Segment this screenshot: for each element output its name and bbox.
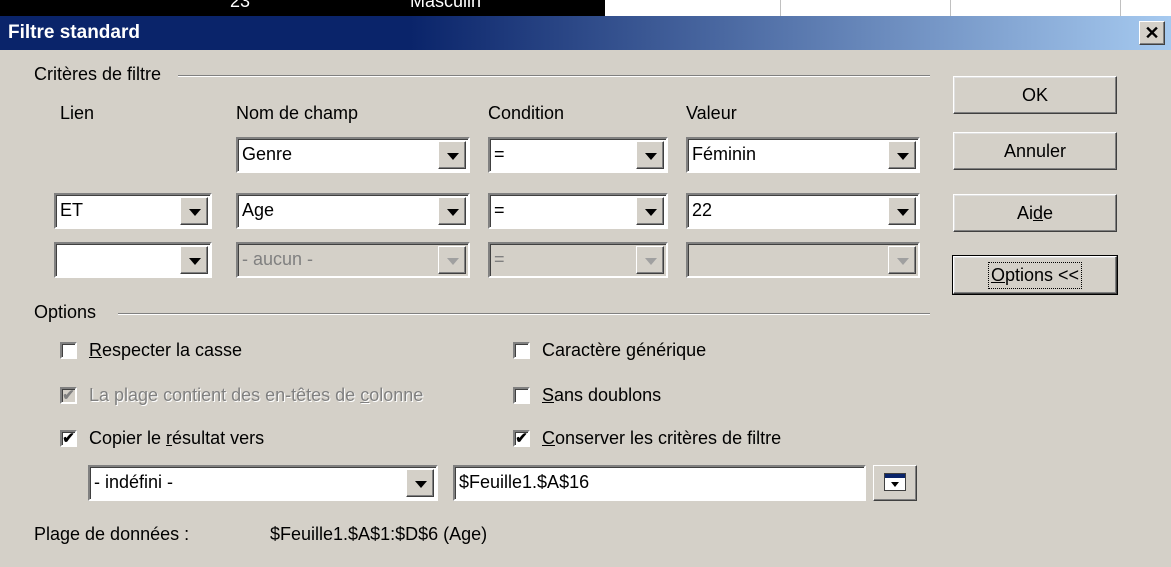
title-bar[interactable]: Filtre standard ✕ xyxy=(0,16,1171,50)
condition-combo-3: = xyxy=(488,242,668,278)
checkbox-box[interactable] xyxy=(513,342,530,359)
help-button[interactable]: Aide xyxy=(953,194,1117,232)
keep-criteria-checkbox[interactable]: ✔ Conserver les critères de filtre xyxy=(513,428,781,449)
field-name-combo-2[interactable]: Age xyxy=(236,193,470,229)
header-row-checkbox: ✔ La plage contient des en-têtes de colo… xyxy=(60,385,490,406)
criteria-group-divider xyxy=(178,75,930,77)
spreadsheet-background-strip: 23 Masculin xyxy=(0,0,1171,16)
shrink-dialog-button[interactable] xyxy=(873,465,917,501)
chevron-down-icon[interactable] xyxy=(180,246,208,274)
check-icon[interactable]: ✔ xyxy=(60,430,77,447)
checkbox-box[interactable] xyxy=(60,342,77,359)
chevron-down-icon[interactable] xyxy=(438,197,466,225)
case-sensitive-checkbox[interactable]: Respecter la casse xyxy=(60,340,242,361)
cancel-button[interactable]: Annuler xyxy=(953,132,1117,170)
dialog-title: Filtre standard xyxy=(8,22,140,43)
wildcard-checkbox[interactable]: Caractère générique xyxy=(513,340,706,361)
link-combo-3[interactable] xyxy=(54,242,212,278)
chevron-down-icon[interactable] xyxy=(888,141,916,169)
field-name-combo-3: - aucun - xyxy=(236,242,470,278)
header-value: Valeur xyxy=(686,103,737,123)
shrink-dialog-icon xyxy=(884,473,906,491)
grid-line xyxy=(780,0,781,16)
copy-target-combo[interactable]: - indéfini - xyxy=(88,465,438,501)
close-button[interactable]: ✕ xyxy=(1139,21,1165,45)
data-range-value: $Feuille1.$A$1:$D$6 (Age) xyxy=(270,524,488,544)
cell-fragment: Masculin xyxy=(410,0,482,11)
grid-line xyxy=(950,0,951,16)
header-link: Lien xyxy=(60,103,95,123)
ok-button[interactable]: OK xyxy=(953,76,1117,114)
condition-combo-2[interactable]: = xyxy=(488,193,668,229)
chevron-down-icon[interactable] xyxy=(438,141,466,169)
criteria-group-label: Critères de filtre xyxy=(34,64,166,85)
value-combo-2[interactable]: 22 xyxy=(686,193,920,229)
condition-combo-1[interactable]: = xyxy=(488,137,668,173)
copy-target-reference-input[interactable]: $Feuille1.$A$16 xyxy=(453,465,866,501)
chevron-down-icon xyxy=(438,246,466,274)
selected-cells xyxy=(0,0,605,16)
checkbox-box[interactable] xyxy=(513,387,530,404)
link-combo-2[interactable]: ET xyxy=(54,193,212,229)
chevron-down-icon[interactable] xyxy=(636,141,664,169)
chevron-down-icon[interactable] xyxy=(180,197,208,225)
header-condition: Condition xyxy=(488,103,565,123)
chevron-down-icon[interactable] xyxy=(888,197,916,225)
header-field-name: Nom de champ xyxy=(236,103,359,123)
chevron-down-icon[interactable] xyxy=(636,197,664,225)
no-duplicates-checkbox[interactable]: Sans doublons xyxy=(513,385,661,406)
copy-results-checkbox[interactable]: ✔ Copier le résultat vers xyxy=(60,428,264,449)
chevron-down-icon xyxy=(888,246,916,274)
grid-line xyxy=(1120,0,1121,16)
cell-fragment: 23 xyxy=(230,0,251,11)
options-group-label: Options xyxy=(34,302,101,323)
value-combo-3 xyxy=(686,242,920,278)
value-combo-1[interactable]: Féminin xyxy=(686,137,920,173)
options-toggle-button[interactable]: Options << xyxy=(952,255,1118,295)
check-icon[interactable]: ✔ xyxy=(513,430,530,447)
field-name-combo-1[interactable]: Genre xyxy=(236,137,470,173)
options-group-divider xyxy=(118,313,930,315)
chevron-down-icon xyxy=(636,246,664,274)
close-icon: ✕ xyxy=(1144,23,1160,43)
data-range-label: Plage de données : xyxy=(34,524,190,544)
chevron-down-icon[interactable] xyxy=(406,469,434,497)
check-icon: ✔ xyxy=(60,387,77,404)
